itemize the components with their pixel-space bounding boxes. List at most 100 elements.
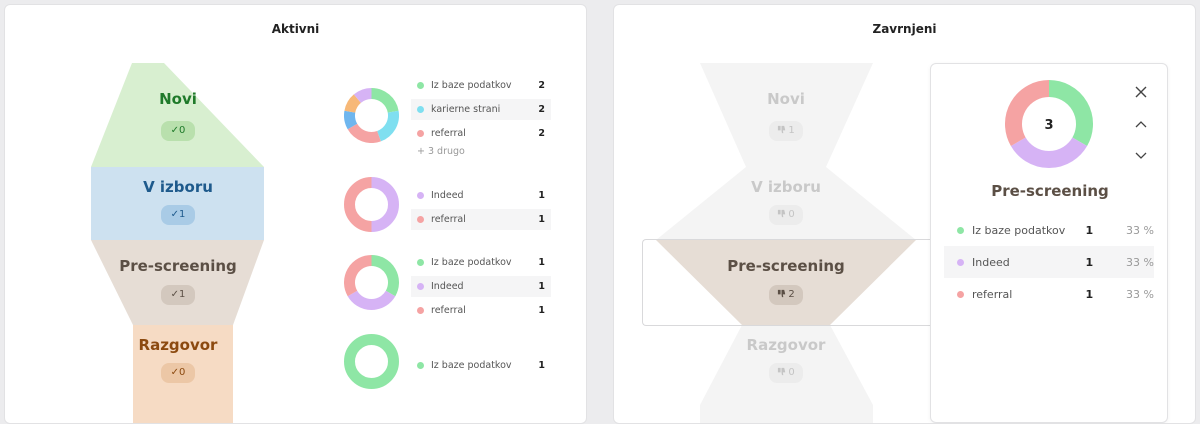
source-name: Indeed — [431, 281, 464, 292]
thumbs-down-icon — [778, 289, 786, 298]
close-icon — [1135, 86, 1147, 98]
source-count: 1 — [538, 190, 545, 201]
source-count: 2 — [538, 80, 545, 91]
source-count: 1 — [1085, 255, 1094, 269]
source-row: karierne strani 2 — [411, 99, 551, 120]
source-row: Indeed 1 — [411, 185, 551, 206]
rejected-count-badge[interactable]: 1 — [769, 121, 803, 141]
rejected-count: 0 — [788, 209, 795, 220]
rejected-count-badge[interactable]: 2 — [769, 285, 803, 305]
rejected-count: 0 — [788, 367, 795, 378]
next-stage-button[interactable] — [1131, 146, 1151, 166]
source-name: referral — [431, 128, 466, 139]
source-donut-chart — [343, 254, 399, 310]
source-count: 1 — [1085, 223, 1094, 237]
source-row: Indeed 1 — [411, 276, 551, 297]
rejected-count-badge[interactable]: 0 — [769, 205, 803, 225]
source-donut-chart — [343, 87, 399, 143]
source-row: referral 1 — [411, 300, 551, 321]
stage-label: Novi — [767, 90, 805, 108]
funnel-stage-pre-screening[interactable] — [91, 240, 264, 325]
source-count: 1 — [538, 214, 545, 225]
source-color-dot — [417, 259, 424, 266]
source-name: referral — [972, 287, 1013, 301]
donut-slice — [370, 254, 399, 296]
detail-donut-chart: 3 — [1005, 80, 1093, 168]
donut-slice — [1048, 80, 1093, 146]
stage-label: Pre-screening — [119, 257, 237, 275]
source-color-dot — [957, 290, 964, 298]
source-count: 2 — [538, 104, 545, 115]
donut-slice — [370, 176, 399, 232]
funnel-stage-novi[interactable] — [91, 63, 264, 167]
donut-slice — [1010, 137, 1088, 168]
funnel-stage-novi[interactable] — [700, 63, 873, 167]
donut-slice — [353, 87, 372, 103]
source-name: karierne strani — [431, 104, 501, 115]
source-color-dot — [417, 283, 424, 290]
source-color-dot — [417, 130, 424, 137]
chevron-down-icon — [1135, 152, 1147, 159]
rejected-count-badge[interactable]: 0 — [769, 363, 803, 383]
source-row: Iz baze podatkov 1 — [411, 252, 551, 273]
stage-label: Novi — [159, 90, 197, 108]
source-color-dot — [417, 216, 424, 223]
donut-slice — [343, 333, 399, 389]
selected-stage-outline — [642, 239, 930, 326]
stage-label: Razgovor — [138, 336, 218, 354]
source-name: Indeed — [972, 255, 1010, 269]
source-percent: 33 % — [1126, 255, 1154, 269]
source-color-dot — [417, 106, 424, 113]
source-color-dot — [417, 362, 424, 369]
donut-slice — [343, 176, 372, 232]
stage-detail-card: 3 Pre-screening Iz baze podatkov 1 33 % Ind… — [930, 63, 1168, 423]
rejected-count: 2 — [788, 289, 795, 300]
source-percent: 33 % — [1126, 287, 1154, 301]
close-button[interactable] — [1131, 82, 1151, 102]
donut-total: 3 — [1044, 118, 1053, 133]
rejected-panel: Zavrnjeni Novi 1 V izboru 0 Pre-screening 2 Ra… — [613, 4, 1196, 424]
source-name: Iz baze podatkov — [431, 360, 512, 371]
source-color-dot — [417, 192, 424, 199]
detail-source-row: Indeed 1 33 % — [944, 246, 1154, 278]
thumbs-down-icon — [778, 125, 786, 134]
source-color-dot — [417, 307, 424, 314]
donut-slice — [347, 289, 395, 310]
detail-stage-title: Pre-screening — [991, 182, 1109, 200]
donut-slice — [347, 122, 381, 143]
source-row: referral 1 — [411, 209, 551, 230]
previous-stage-button[interactable] — [1131, 114, 1151, 134]
source-name: Iz baze podatkov — [972, 223, 1066, 237]
active-count-badge[interactable]: ✓0 — [161, 363, 195, 383]
source-count: 1 — [538, 360, 545, 371]
source-count: 1 — [1085, 287, 1094, 301]
donut-slice — [343, 110, 357, 129]
source-name: referral — [431, 305, 466, 316]
rejected-count: 1 — [788, 125, 795, 136]
source-count: 1 — [538, 305, 545, 316]
active-count-badge[interactable]: ✓1 — [161, 205, 195, 225]
source-color-dot — [957, 226, 964, 234]
donut-slice — [370, 87, 399, 113]
chevron-up-icon — [1135, 121, 1147, 128]
donut-slice — [343, 93, 361, 113]
donut-slice — [376, 110, 399, 141]
source-row: Iz baze podatkov 2 — [411, 75, 551, 96]
source-percent: 33 % — [1126, 223, 1154, 237]
active-panel: Aktivni Novi ✓0 V izboru ✓1 Pre-screening ✓1 R… — [4, 4, 587, 424]
stage-label: Pre-screening — [727, 257, 845, 275]
donut-slice — [343, 254, 372, 296]
donut-slice — [1005, 80, 1050, 146]
detail-source-row: Iz baze podatkov 1 33 % — [944, 214, 1154, 246]
active-count-badge[interactable]: ✓1 — [161, 285, 195, 305]
source-donut-chart — [343, 333, 399, 389]
source-count: 2 — [538, 128, 545, 139]
active-count-badge[interactable]: ✓0 — [161, 121, 195, 141]
source-name: Indeed — [431, 190, 464, 201]
source-row: referral 2 — [411, 123, 551, 144]
source-count: 1 — [538, 257, 545, 268]
thumbs-down-icon — [778, 209, 786, 218]
more-sources-link[interactable]: + 3 drugo — [417, 146, 465, 157]
source-row: Iz baze podatkov 1 — [411, 355, 551, 376]
source-name: referral — [431, 214, 466, 225]
